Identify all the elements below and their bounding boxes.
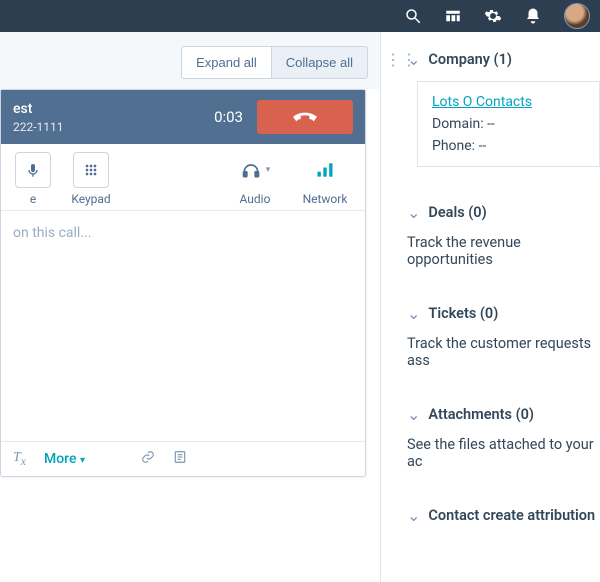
clear-format-icon[interactable]: Tx (13, 450, 26, 468)
attribution-title: Contact create attribution (428, 507, 595, 524)
company-section-toggle[interactable]: ⌄ Company (1) (403, 50, 600, 69)
notifications-icon[interactable] (524, 7, 542, 25)
network-label: Network (303, 192, 348, 206)
network-button[interactable]: Network (299, 152, 351, 206)
expand-all-button[interactable]: Expand all (181, 46, 271, 79)
company-title: Company (1) (428, 51, 512, 68)
company-link[interactable]: Lots O Contacts (432, 94, 532, 110)
call-header: est 222-1111 0:03 (1, 90, 365, 144)
marketplace-icon[interactable] (444, 7, 462, 25)
tickets-body: Track the customer requests ass (403, 323, 600, 369)
mute-button[interactable]: e (7, 152, 59, 206)
call-tools: e Keypad ▾ Audio (1, 144, 365, 211)
deals-body: Track the revenue opportunities (403, 222, 600, 268)
call-timer: 0:03 (214, 108, 243, 126)
more-menu[interactable]: More ▾ (44, 451, 85, 467)
avatar[interactable] (564, 3, 590, 29)
attachments-section-toggle[interactable]: ⌄ Attachments (0) (403, 405, 600, 424)
search-icon[interactable] (404, 7, 422, 25)
audio-label: Audio (240, 192, 271, 206)
deals-title: Deals (0) (428, 204, 486, 221)
drag-handle-icon[interactable]: ⋮⋮ (385, 50, 417, 69)
keypad-label: Keypad (71, 192, 110, 206)
call-title: est (13, 101, 214, 117)
tickets-title: Tickets (0) (428, 305, 498, 322)
chevron-down-icon: ⌄ (407, 506, 420, 525)
company-phone: Phone: -- (432, 138, 585, 154)
deals-section-toggle[interactable]: ⌄ Deals (0) (403, 203, 600, 222)
chevron-down-icon: ⌄ (407, 203, 420, 222)
chevron-down-icon: ▾ (80, 455, 85, 466)
expand-collapse-controls: Expand all Collapse all (0, 32, 380, 89)
keypad-button[interactable]: Keypad (65, 152, 117, 206)
audio-button[interactable]: ▾ Audio (229, 152, 281, 206)
chevron-down-icon: ⌄ (407, 304, 420, 323)
timestamp-row (0, 477, 380, 493)
hangup-button[interactable] (257, 100, 353, 134)
attachments-body: See the files attached to your ac (403, 424, 600, 470)
attachments-title: Attachments (0) (428, 406, 534, 423)
mute-label: e (30, 192, 36, 206)
company-card: Lots O Contacts Domain: -- Phone: -- (417, 81, 600, 167)
call-card: est 222-1111 0:03 e Keypad (0, 89, 366, 477)
top-navbar (0, 0, 600, 32)
notes-toolbar: Tx More ▾ (1, 441, 365, 476)
chevron-down-icon: ▾ (266, 165, 271, 175)
activity-panel: Expand all Collapse all est 222-1111 0:0… (0, 32, 380, 582)
call-number: 222-1111 (13, 120, 214, 134)
call-notes-input[interactable]: on this call... (1, 211, 365, 441)
settings-icon[interactable] (484, 7, 502, 25)
attribution-section-toggle[interactable]: ⌄ Contact create attribution (403, 506, 600, 525)
snippet-icon[interactable] (173, 450, 187, 468)
link-icon[interactable] (141, 450, 155, 468)
right-sidebar: ⋮⋮ ⌄ Company (1) Lots O Contacts Domain:… (380, 32, 600, 582)
chevron-down-icon: ⌄ (407, 405, 420, 424)
tickets-section-toggle[interactable]: ⌄ Tickets (0) (403, 304, 600, 323)
company-domain: Domain: -- (432, 116, 585, 132)
collapse-all-button[interactable]: Collapse all (271, 46, 368, 79)
